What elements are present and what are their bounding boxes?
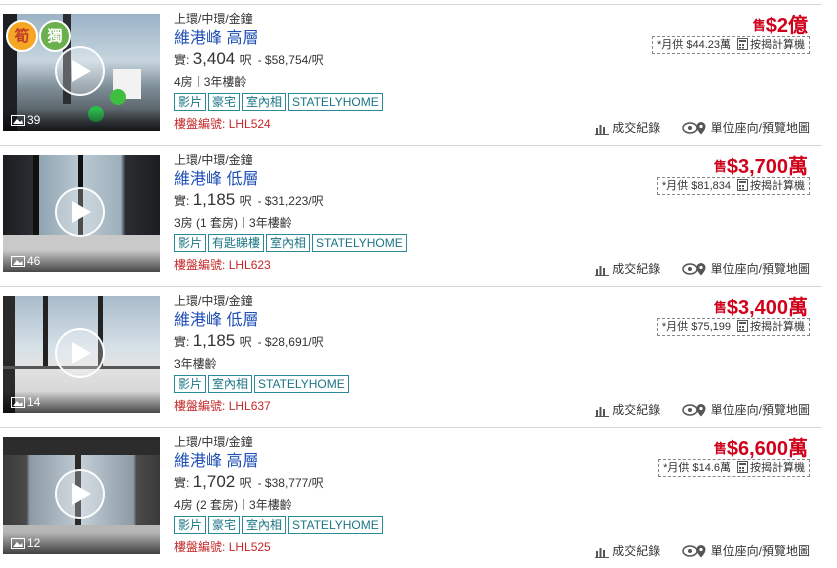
photo-icon [11,534,25,554]
listing-card[interactable]: 46 上環/中環/金鐘 維港峰 低層 實: 1,185 呎- $31,223/呎… [0,145,822,286]
tag-statelyhome: STATELYHOME [254,375,349,393]
mortgage-box[interactable]: *月供 $75,199 按揭計算機 [656,318,810,338]
tag-statelyhome: STATELYHOME [288,516,383,534]
tag-video: 影片 [174,234,207,252]
listing-ref: 樓盤編號: LHL623 [174,258,271,272]
tag-list: 影片 室內相 STATELYHOME [174,375,351,393]
tag-interior-photos: 室內相 [242,93,287,111]
unit-map-link[interactable]: 單位座向/預覽地圖 [681,544,810,558]
unit-map-link[interactable]: 單位座向/預覽地圖 [681,262,810,276]
sale-price: 售$3,400萬 [713,297,808,319]
view-location-icon [681,122,706,135]
listing-links: 成交紀錄 單位座向/預覽地圖 [577,542,810,559]
photo-count: 12 [3,532,160,554]
view-location-icon [681,545,706,558]
room-info: 4房 (2 套房) 3年樓齡 [174,498,292,512]
listing-title[interactable]: 維港峰 高層 [174,447,258,471]
tag-list: 影片 豪宅 室內相 STATELYHOME [174,516,385,534]
listing-card[interactable]: 筍 獨 39 上環/中環/金鐘 維港峰 高層 實: 3,404 呎- $58,7… [0,4,822,145]
listing-thumbnail[interactable]: 14 [3,296,160,413]
unit-map-link[interactable]: 單位座向/預覽地圖 [681,403,810,417]
tag-interior-photos: 室內相 [208,375,253,393]
view-location-icon [681,404,706,417]
tag-list: 影片 豪宅 室內相 STATELYHOME [174,93,385,111]
calculator-icon [737,320,748,338]
listing-links: 成交紀錄 單位座向/預覽地圖 [577,119,810,136]
wechat-icon [110,89,126,105]
mortgage-calculator-link[interactable]: 按揭計算機 [750,321,805,333]
bar-chart-icon [595,266,610,276]
calculator-icon [737,38,748,56]
discount-badge: 筍 [6,20,38,52]
sale-price: 售$3,700萬 [713,156,808,178]
tag-statelyhome: STATELYHOME [288,93,383,111]
photo-count: 46 [3,250,160,272]
bar-chart-icon [595,407,610,417]
listing-thumbnail[interactable]: 筍 獨 39 [3,14,160,131]
saleable-area: 實: 1,702 呎- $38,777/呎 [174,472,324,491]
listing-ref: 樓盤編號: LHL524 [174,117,271,131]
play-video-button[interactable] [55,46,105,96]
photo-icon [11,393,25,413]
play-icon [72,342,91,364]
tag-video: 影片 [174,375,207,393]
photo-icon [11,111,25,131]
room-info: 4房 3年樓齡 [174,75,247,89]
listing-ref: 樓盤編號: LHL637 [174,399,271,413]
photo-count: 39 [3,109,160,131]
unit-map-link[interactable]: 單位座向/預覽地圖 [681,121,810,135]
sale-price: 售$2億 [752,15,808,37]
play-video-button[interactable] [55,187,105,237]
tag-luxury: 豪宅 [208,93,241,111]
listing-thumbnail[interactable]: 46 [3,155,160,272]
mortgage-calculator-link[interactable]: 按揭計算機 [750,39,805,51]
transaction-record-link[interactable]: 成交紀錄 [595,544,660,558]
tag-luxury: 豪宅 [208,516,241,534]
listing-ref: 樓盤編號: LHL525 [174,540,271,554]
saleable-area: 實: 1,185 呎- $28,691/呎 [174,331,324,350]
listing-card[interactable]: 12 上環/中環/金鐘 維港峰 高層 實: 1,702 呎- $38,777/呎… [0,427,822,568]
calculator-icon [737,179,748,197]
mortgage-calculator-link[interactable]: 按揭計算機 [750,180,805,192]
play-video-button[interactable] [55,328,105,378]
play-icon [72,483,91,505]
tag-video: 影片 [174,93,207,111]
tag-video: 影片 [174,516,207,534]
listing-thumbnail[interactable]: 12 [3,437,160,554]
sale-price: 售$6,600萬 [713,438,808,460]
tag-statelyhome: STATELYHOME [312,234,407,252]
tag-interior-photos: 室內相 [266,234,311,252]
tag-interior-photos: 室內相 [242,516,287,534]
room-info: 3年樓齡 [174,357,217,371]
view-location-icon [681,263,706,276]
listing-title[interactable]: 維港峰 低層 [174,306,258,330]
listing-links: 成交紀錄 單位座向/預覽地圖 [577,260,810,277]
listing-title[interactable]: 維港峰 低層 [174,165,258,189]
mortgage-box[interactable]: *月供 $44.23萬 按揭計算機 [652,36,810,54]
play-icon [72,60,91,82]
mortgage-calculator-link[interactable]: 按揭計算機 [750,462,805,474]
transaction-record-link[interactable]: 成交紀錄 [595,262,660,276]
transaction-record-link[interactable]: 成交紀錄 [595,403,660,417]
play-video-button[interactable] [55,469,105,519]
saleable-area: 實: 3,404 呎- $58,754/呎 [174,49,324,68]
listing-card[interactable]: 14 上環/中環/金鐘 維港峰 低層 實: 1,185 呎- $28,691/呎… [0,286,822,427]
photo-count: 14 [3,391,160,413]
tag-key-viewing: 有匙睇樓 [208,234,265,252]
listing-links: 成交紀錄 單位座向/預覽地圖 [577,401,810,418]
tag-list: 影片 有匙睇樓 室內相 STATELYHOME [174,234,409,252]
play-icon [72,201,91,223]
mortgage-box[interactable]: *月供 $81,834 按揭計算機 [656,177,810,197]
photo-icon [11,252,25,272]
mortgage-box[interactable]: *月供 $14.6萬 按揭計算機 [658,459,810,477]
exclusive-badge: 獨 [39,20,71,52]
room-info: 3房 (1 套房) 3年樓齡 [174,216,292,230]
bar-chart-icon [595,548,610,558]
transaction-record-link[interactable]: 成交紀錄 [595,121,660,135]
saleable-area: 實: 1,185 呎- $31,223/呎 [174,190,324,209]
calculator-icon [737,461,748,479]
bar-chart-icon [595,125,610,135]
listing-title[interactable]: 維港峰 高層 [174,24,258,48]
